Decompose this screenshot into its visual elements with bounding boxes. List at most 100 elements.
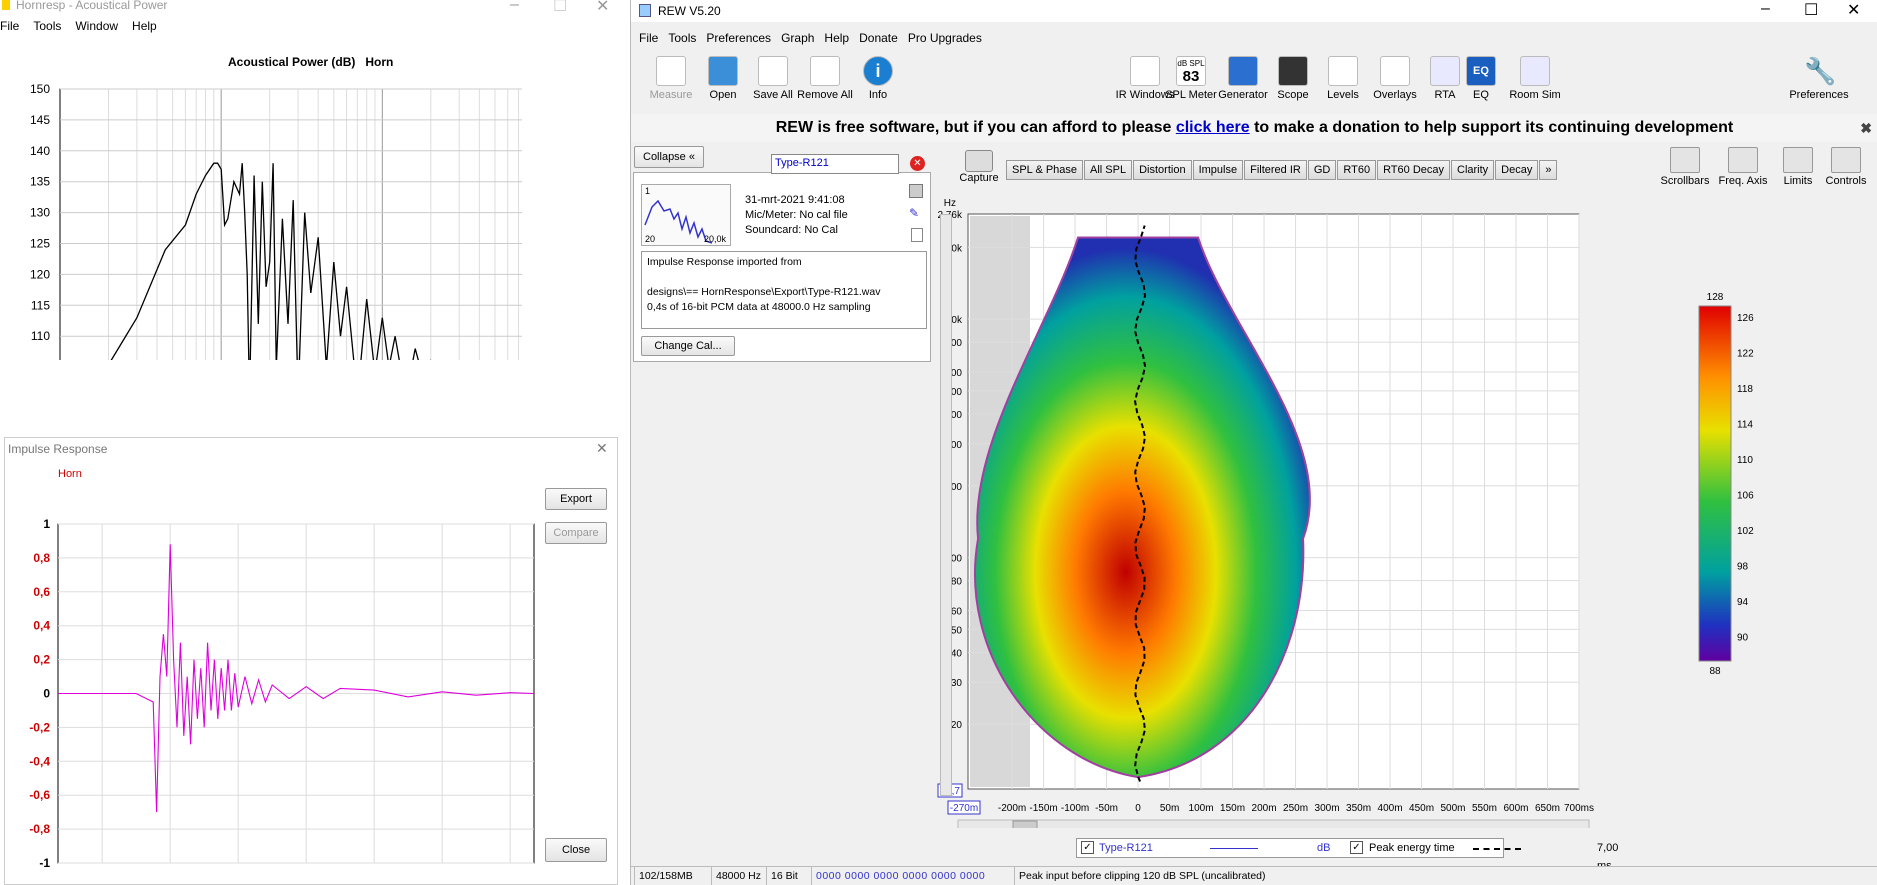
x-tick-label: 400m: [1378, 803, 1403, 814]
collapse-button[interactable]: Collapse «: [634, 146, 704, 168]
export-button[interactable]: Export: [545, 488, 607, 510]
scale-tick-label: 118: [1737, 384, 1753, 395]
tab-spl-phase[interactable]: SPL & Phase: [1006, 160, 1084, 180]
banner-text-pre: REW is free software, but if you can aff…: [775, 119, 1176, 136]
info-button[interactable]: i Info: [846, 56, 910, 101]
x-tick-label: -200m: [998, 803, 1026, 814]
scrollbars-button[interactable]: Scrollbars: [1658, 147, 1712, 187]
tab-clarity[interactable]: Clarity: [1451, 160, 1495, 180]
notes-line: [647, 270, 921, 285]
rew-menu-graph[interactable]: Graph: [781, 31, 814, 45]
close-icon[interactable]: ✕: [596, 0, 609, 16]
y-tick-label: -0,6: [29, 788, 50, 802]
y-tick-label: 40: [951, 648, 963, 659]
tab-more[interactable]: »: [1539, 160, 1558, 180]
close-icon[interactable]: ✕: [596, 440, 608, 457]
compare-button[interactable]: Compare: [545, 522, 607, 544]
maximize-icon[interactable]: ☐: [553, 0, 567, 16]
y-tick-label: 125: [30, 237, 50, 251]
rew-menu-preferences[interactable]: Preferences: [706, 31, 771, 45]
tab-filtered-ir[interactable]: Filtered IR: [1244, 160, 1307, 180]
power-chart: 1501451401351301251201151101051001024681…: [30, 82, 522, 360]
levels-icon: [1328, 56, 1358, 86]
y-tick-label: 80: [951, 577, 963, 588]
y-tick-label: 120: [30, 267, 50, 281]
scale-tick-label: 90: [1737, 633, 1749, 644]
y-tick-label: 1: [43, 517, 50, 531]
minimize-icon[interactable]: –: [510, 0, 519, 14]
freq-axis-icon: [1728, 147, 1758, 173]
x-tick-label: -50m: [1095, 803, 1118, 814]
status-samplerate: 48000 Hz: [711, 867, 761, 885]
maximize-icon[interactable]: ☐: [1804, 0, 1818, 20]
menu-window[interactable]: Window: [75, 19, 118, 33]
cal-icon[interactable]: [909, 184, 923, 198]
notes-box[interactable]: Impulse Response imported from designs\==…: [641, 251, 927, 329]
menu-help[interactable]: Help: [132, 19, 157, 33]
y-tick-label: 0,6: [33, 585, 50, 599]
remove-measurement-icon[interactable]: ✕: [910, 156, 925, 171]
rew-menu-pro-upgrades[interactable]: Pro Upgrades: [908, 31, 982, 45]
horizontal-scrollbar: [957, 819, 1590, 828]
rew-menu-donate[interactable]: Donate: [859, 31, 898, 45]
measurement-date: 31-mrt-2021 9:41:08: [745, 194, 845, 206]
status-bar: 102/158MB 48000 Hz 16 Bit 0000 0000 0000 00…: [631, 866, 1877, 885]
tab-impulse[interactable]: Impulse: [1192, 160, 1244, 180]
donate-link[interactable]: click here: [1176, 119, 1250, 136]
menu-file[interactable]: File: [0, 19, 19, 33]
minimize-icon[interactable]: –: [1761, 0, 1770, 18]
y-tick-label: 115: [31, 298, 50, 312]
tab-decay[interactable]: Decay: [1495, 160, 1539, 180]
hornresp-menubar: File Tools Window Help: [0, 19, 171, 33]
room-sim-button[interactable]: Room Sim: [1503, 56, 1567, 101]
peak-checkbox[interactable]: ✓: [1350, 841, 1363, 854]
hornresp-window: Hornresp - Acoustical Power File Tools Win…: [0, 0, 522, 364]
y-tick-label: -0,4: [29, 754, 50, 768]
tab-gd[interactable]: GD: [1307, 160, 1337, 180]
scrollbars-label: Scrollbars: [1660, 175, 1710, 187]
rew-menu-file[interactable]: File: [639, 31, 658, 45]
limits-label: Limits: [1783, 175, 1813, 187]
waterfall-chart: Hz2,76k2,0k1,0k8006005004003002001008060…: [937, 198, 1754, 828]
scale-max-label: 128: [1707, 292, 1724, 303]
close-button[interactable]: Close: [545, 838, 607, 862]
rew-window: REW V5.20 – ☐ ✕ File Tools Preferences Grap…: [630, 0, 1877, 885]
legend-checkbox[interactable]: ✓: [1081, 841, 1094, 854]
x-tick-label: 600m: [1504, 803, 1529, 814]
impulse-chart: 10,80,60,40,20-0,2-0,4-0,6-0,8-1-2002040…: [29, 517, 535, 868]
measure-icon: [656, 56, 686, 86]
rew-menu-help[interactable]: Help: [824, 31, 849, 45]
banner-text-post: to make a donation to help support its c…: [1249, 119, 1734, 136]
rew-menubar: File Tools Preferences Graph Help Donate Pro U…: [639, 31, 992, 45]
notes-line: designs\== HornResponse\Export\Type-R121…: [647, 286, 881, 298]
status-clipping: Peak input before clipping 120 dB SPL (u…: [1014, 867, 1266, 885]
y-tick-label: -0,2: [29, 720, 50, 734]
menu-tools[interactable]: Tools: [33, 19, 61, 33]
change-cal-button[interactable]: Change Cal...: [641, 336, 735, 356]
rew-menu-tools[interactable]: Tools: [668, 31, 696, 45]
tab-distortion[interactable]: Distortion: [1133, 160, 1192, 180]
scale-tick-label: 122: [1737, 349, 1754, 360]
preferences-button[interactable]: 🔧 Preferences: [1781, 56, 1857, 101]
measurement-thumbnail[interactable]: 1 20 20,0k: [641, 184, 731, 246]
mic-info: Mic/Meter: No cal file: [745, 209, 848, 221]
close-icon[interactable]: ✕: [1847, 0, 1860, 20]
close-banner-icon[interactable]: ✖: [1860, 114, 1872, 142]
tab-rt60[interactable]: RT60: [1337, 160, 1377, 180]
controls-button[interactable]: Controls: [1819, 147, 1873, 187]
room-sim-icon: [1520, 56, 1550, 86]
vertical-scrollbar[interactable]: [940, 214, 952, 796]
power-chart-title: Acoustical Power (dB) Horn: [228, 55, 394, 69]
tab-all-spl[interactable]: All SPL: [1084, 160, 1133, 180]
pencil-icon[interactable]: ✎: [909, 206, 923, 220]
tab-rt60-decay[interactable]: RT60 Decay: [1377, 160, 1450, 180]
measurement-name-input[interactable]: Type-R121: [771, 154, 899, 174]
x-tick-label: 100m: [1189, 803, 1214, 814]
impulse-title: Impulse Response: [8, 442, 108, 456]
capture-button[interactable]: Capture: [959, 150, 999, 184]
x-tick-label: 450m: [1409, 803, 1434, 814]
status-memory: 102/158MB: [634, 867, 693, 885]
limits-button[interactable]: Limits: [1771, 147, 1825, 187]
notes-icon[interactable]: [911, 228, 923, 242]
freq-axis-button[interactable]: Freq. Axis: [1716, 147, 1770, 187]
